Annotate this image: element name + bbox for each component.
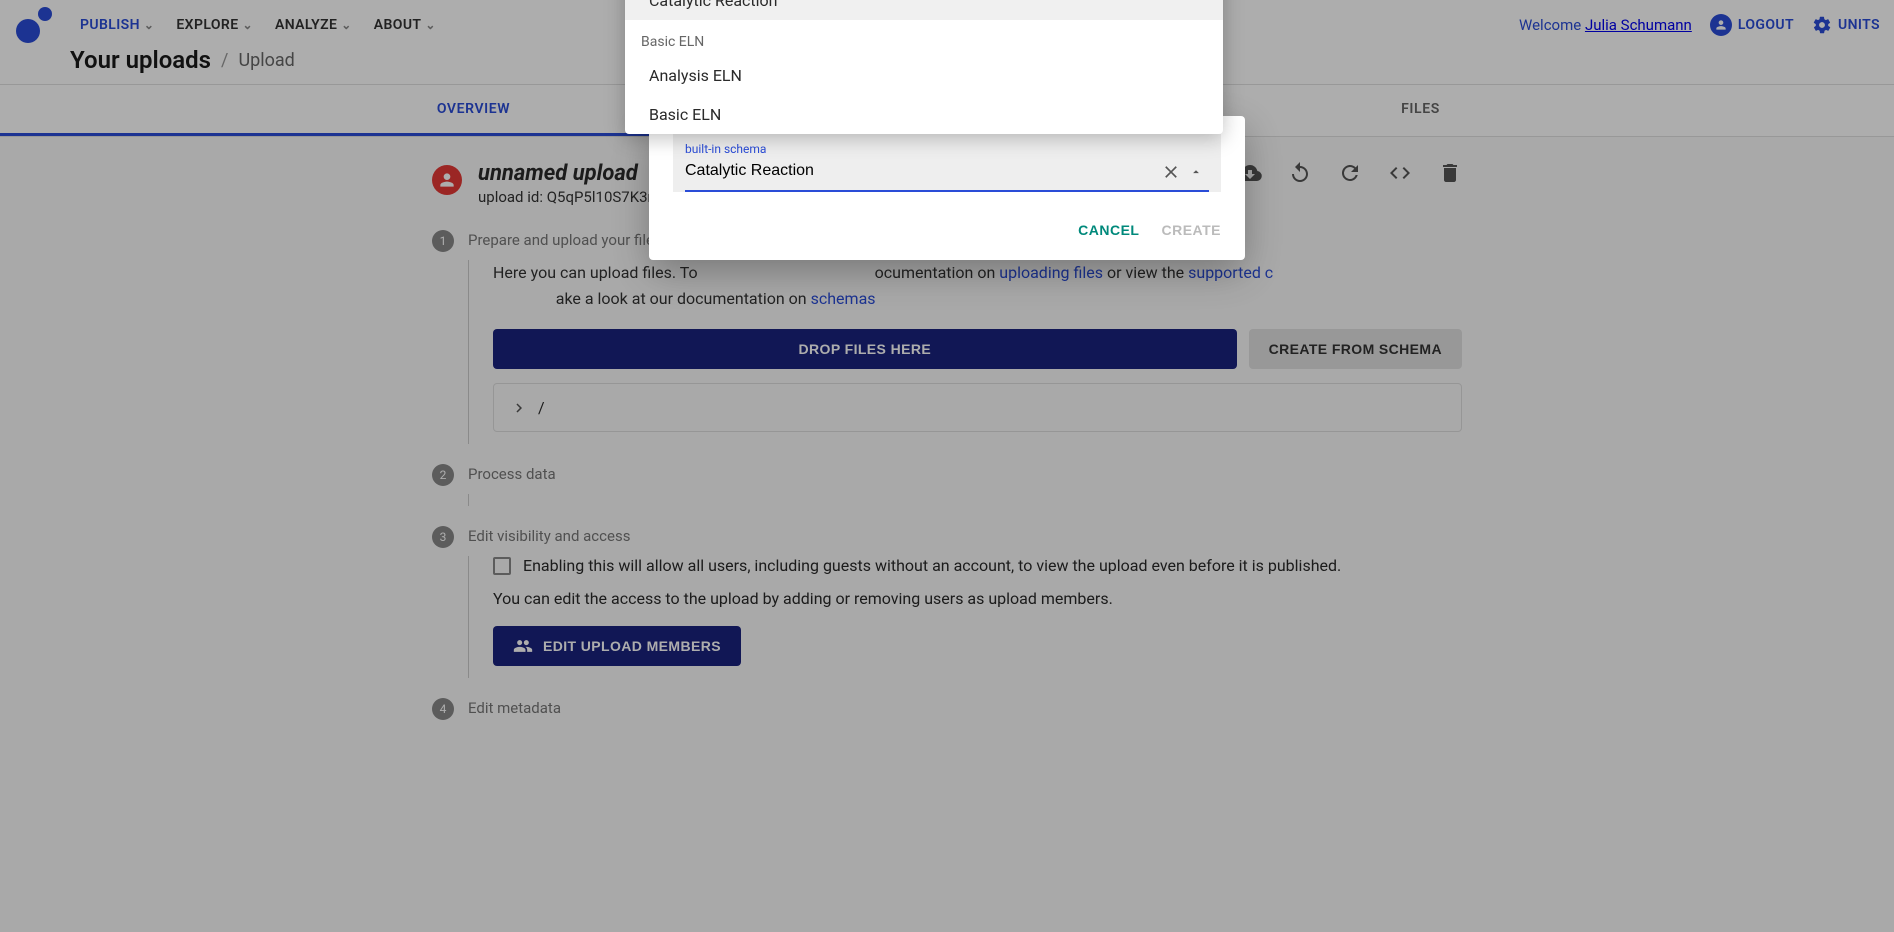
- caret-up-icon[interactable]: [1189, 165, 1203, 179]
- dialog-actions: CANCEL CREATE: [649, 202, 1245, 260]
- dropdown-item[interactable]: Catalytic Reaction: [625, 0, 1223, 20]
- schema-input-wrap: [685, 154, 1209, 192]
- dropdown-item[interactable]: Basic ELN: [625, 95, 1223, 134]
- dropdown-group-label: Basic ELN: [625, 20, 1223, 56]
- dialog-create-button[interactable]: CREATE: [1161, 222, 1221, 238]
- dropdown-item[interactable]: Analysis ELN: [625, 56, 1223, 95]
- clear-icon[interactable]: [1161, 162, 1181, 182]
- modal-overlay[interactable]: ToolsAI Toolkit NotebookCatalysisCatalys…: [0, 0, 1894, 932]
- dialog-cancel-button[interactable]: CANCEL: [1078, 222, 1139, 238]
- schema-dropdown: ToolsAI Toolkit NotebookCatalysisCatalys…: [625, 0, 1223, 134]
- schema-input[interactable]: [685, 156, 1161, 188]
- schema-dialog: ToolsAI Toolkit NotebookCatalysisCatalys…: [649, 116, 1245, 260]
